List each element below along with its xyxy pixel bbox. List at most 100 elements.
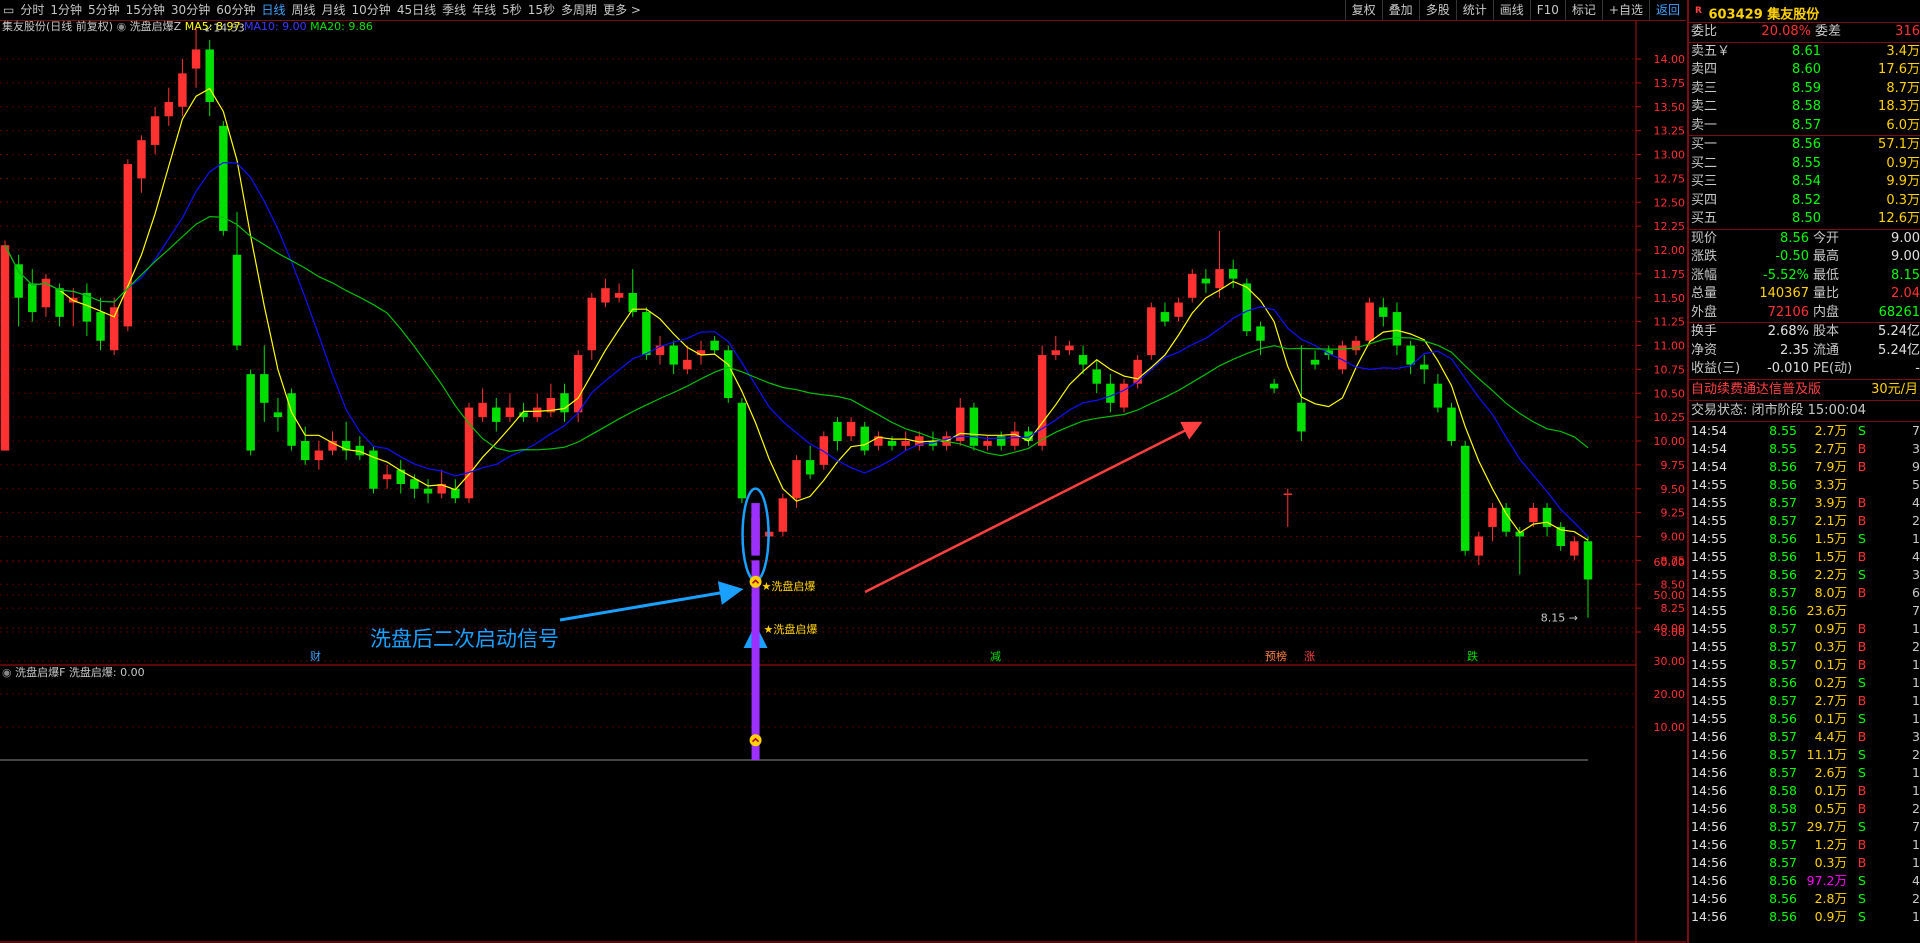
sub-tick-label: 20.00 xyxy=(1654,688,1686,701)
tick-list[interactable]: 14:54 8.55 2.7万 S 7 14:54 8.55 2.7万 B 3 14:54 8.56 7… xyxy=(1689,422,1920,926)
candle xyxy=(737,398,747,504)
book-volume: 3.4万 xyxy=(1886,43,1920,59)
order-book-row[interactable]: 卖一 8.57 6.0万 xyxy=(1689,117,1920,136)
order-book-row[interactable]: 卖四 8.60 17.6万 xyxy=(1689,61,1920,80)
right-tools: 复权 叠加 多股 统计 画线 F10 标记 +自选 返回 xyxy=(1344,0,1686,20)
period-tab[interactable]: 60分钟 xyxy=(213,0,258,20)
candle xyxy=(1092,359,1101,394)
tick-volume: 29.7万 xyxy=(1806,818,1847,834)
order-book-row[interactable]: 卖三 8.59 8.7万 xyxy=(1689,80,1920,99)
tick-price: 8.57 xyxy=(1769,494,1797,510)
period-tab[interactable]: 更多 > xyxy=(600,0,644,20)
book-level-label: 卖三 xyxy=(1691,80,1718,96)
tool-button[interactable]: 返回 xyxy=(1648,0,1686,20)
book-volume: 12.6万 xyxy=(1878,211,1920,226)
order-book-row[interactable]: 买五 8.50 12.6万 xyxy=(1689,210,1920,229)
tick-side: S xyxy=(1858,530,1866,546)
tick-count: 5 xyxy=(1912,476,1920,492)
tick-time: 14:55 xyxy=(1691,602,1728,618)
tool-button[interactable]: +自选 xyxy=(1601,0,1649,20)
order-book-row[interactable]: 买二 8.55 0.9万 xyxy=(1689,155,1920,174)
period-tab[interactable]: 季线 xyxy=(439,0,469,20)
candle xyxy=(314,441,324,470)
book-price: 8.56 xyxy=(1792,137,1821,152)
tick-count: 7 xyxy=(1912,818,1920,834)
candle xyxy=(123,159,133,332)
tool-button[interactable]: 画线 xyxy=(1492,0,1530,20)
sub-signal-label: ★洗盘启爆 xyxy=(764,622,818,636)
period-tab[interactable]: 15分钟 xyxy=(123,0,168,20)
tick-time: 14:54 xyxy=(1691,440,1728,456)
tool-button[interactable]: 叠加 xyxy=(1381,0,1419,20)
tick-count: 1 xyxy=(1912,836,1920,852)
period-tab[interactable]: 周线 xyxy=(289,0,319,20)
period-tab[interactable]: 45日线 xyxy=(394,0,439,20)
tick-row: 14:55 8.57 3.9万 B 4 xyxy=(1689,494,1920,512)
tick-time: 14:54 xyxy=(1691,458,1728,474)
price-tick-label: 13.00 xyxy=(1654,149,1686,162)
stat-label: 涨幅 xyxy=(1691,267,1718,283)
period-tab[interactable]: 5分钟 xyxy=(85,0,123,20)
candle xyxy=(1338,340,1347,375)
stat-value: -0.50 xyxy=(1775,249,1809,264)
weibi-value: 20.08% xyxy=(1761,24,1811,39)
candle xyxy=(1447,402,1456,446)
tool-button[interactable]: F10 xyxy=(1529,0,1565,20)
price-tick-label: 12.25 xyxy=(1654,220,1686,233)
tick-time: 14:56 xyxy=(1691,890,1728,906)
book-volume: 18.3万 xyxy=(1878,99,1920,114)
tool-button[interactable]: 复权 xyxy=(1344,0,1382,20)
order-book-row[interactable]: 买四 8.52 0.3万 xyxy=(1689,192,1920,211)
period-tab[interactable]: 分时 xyxy=(17,0,47,20)
tick-row: 14:54 8.56 7.9万 B 9 xyxy=(1689,458,1920,476)
book-volume: 0.9万 xyxy=(1886,155,1920,171)
candle xyxy=(69,288,78,327)
order-book-row[interactable]: 卖五￥ 8.61 3.4万 xyxy=(1689,43,1920,62)
book-price: 8.55 xyxy=(1792,155,1821,171)
tool-button[interactable]: 统计 xyxy=(1455,0,1493,20)
tick-time: 14:55 xyxy=(1691,620,1728,636)
subscription-ad[interactable]: 自动续费通达信普及版 30元/月 xyxy=(1689,380,1920,401)
period-tab[interactable]: 年线 xyxy=(469,0,499,20)
order-book-row[interactable]: 买三 8.54 9.9万 xyxy=(1689,173,1920,192)
sub-tick-label: 50.00 xyxy=(1654,589,1686,602)
event-tag[interactable]: 财 xyxy=(310,649,321,663)
period-tab[interactable]: 30分钟 xyxy=(168,0,213,20)
event-tag[interactable]: 预榜 xyxy=(1265,649,1287,663)
candle xyxy=(478,388,487,422)
period-tab[interactable]: 多周期 xyxy=(558,0,600,20)
candle xyxy=(1188,269,1197,303)
order-book-row[interactable]: 买一 8.56 57.1万 xyxy=(1689,136,1920,155)
period-tab[interactable]: 10分钟 xyxy=(349,0,394,20)
event-tag[interactable]: 跌 xyxy=(1467,649,1478,663)
tool-button[interactable]: 多股 xyxy=(1418,0,1456,20)
event-tag[interactable]: 减 xyxy=(990,650,1001,663)
period-tab[interactable]: 5秒 xyxy=(499,0,525,20)
kline-chart[interactable]: 14.00 13.75 13.50 13.25 13.00 12.75 12.50 12.25… xyxy=(0,20,1686,943)
tick-side: B xyxy=(1857,620,1867,636)
tick-time: 14:55 xyxy=(1691,476,1728,492)
period-tab[interactable]: 月线 xyxy=(319,0,349,20)
order-book-row[interactable]: 卖二 8.58 18.3万 xyxy=(1689,98,1920,117)
candle xyxy=(423,479,433,504)
candle xyxy=(1283,488,1293,527)
tick-price: 8.57 xyxy=(1769,854,1797,870)
tick-row: 14:55 8.57 8.0万 B 6 xyxy=(1689,584,1920,602)
tool-button[interactable]: 标记 xyxy=(1564,0,1602,20)
sub-chart-title: ◉ 洗盘启爆F 洗盘启爆: 0.00 xyxy=(2,665,145,679)
period-tab[interactable]: 15秒 xyxy=(525,0,558,20)
candle xyxy=(260,345,269,422)
event-tag[interactable]: 涨 xyxy=(1304,650,1315,663)
tick-count: 2 xyxy=(1912,512,1920,528)
book-level-label: 买一 xyxy=(1691,137,1718,152)
toolbar-menu-icon[interactable]: ▭ xyxy=(0,0,17,20)
book-price: 8.58 xyxy=(1792,99,1821,114)
period-tab[interactable]: 1分钟 xyxy=(47,0,85,20)
tick-time: 14:55 xyxy=(1691,656,1728,672)
tick-volume: 2.2万 xyxy=(1814,566,1847,582)
tick-side: S xyxy=(1858,566,1866,582)
tick-time: 14:55 xyxy=(1691,674,1728,690)
tick-side: B xyxy=(1857,548,1867,564)
tick-count: 3 xyxy=(1912,728,1920,744)
period-tab[interactable]: 日线 xyxy=(258,0,288,20)
